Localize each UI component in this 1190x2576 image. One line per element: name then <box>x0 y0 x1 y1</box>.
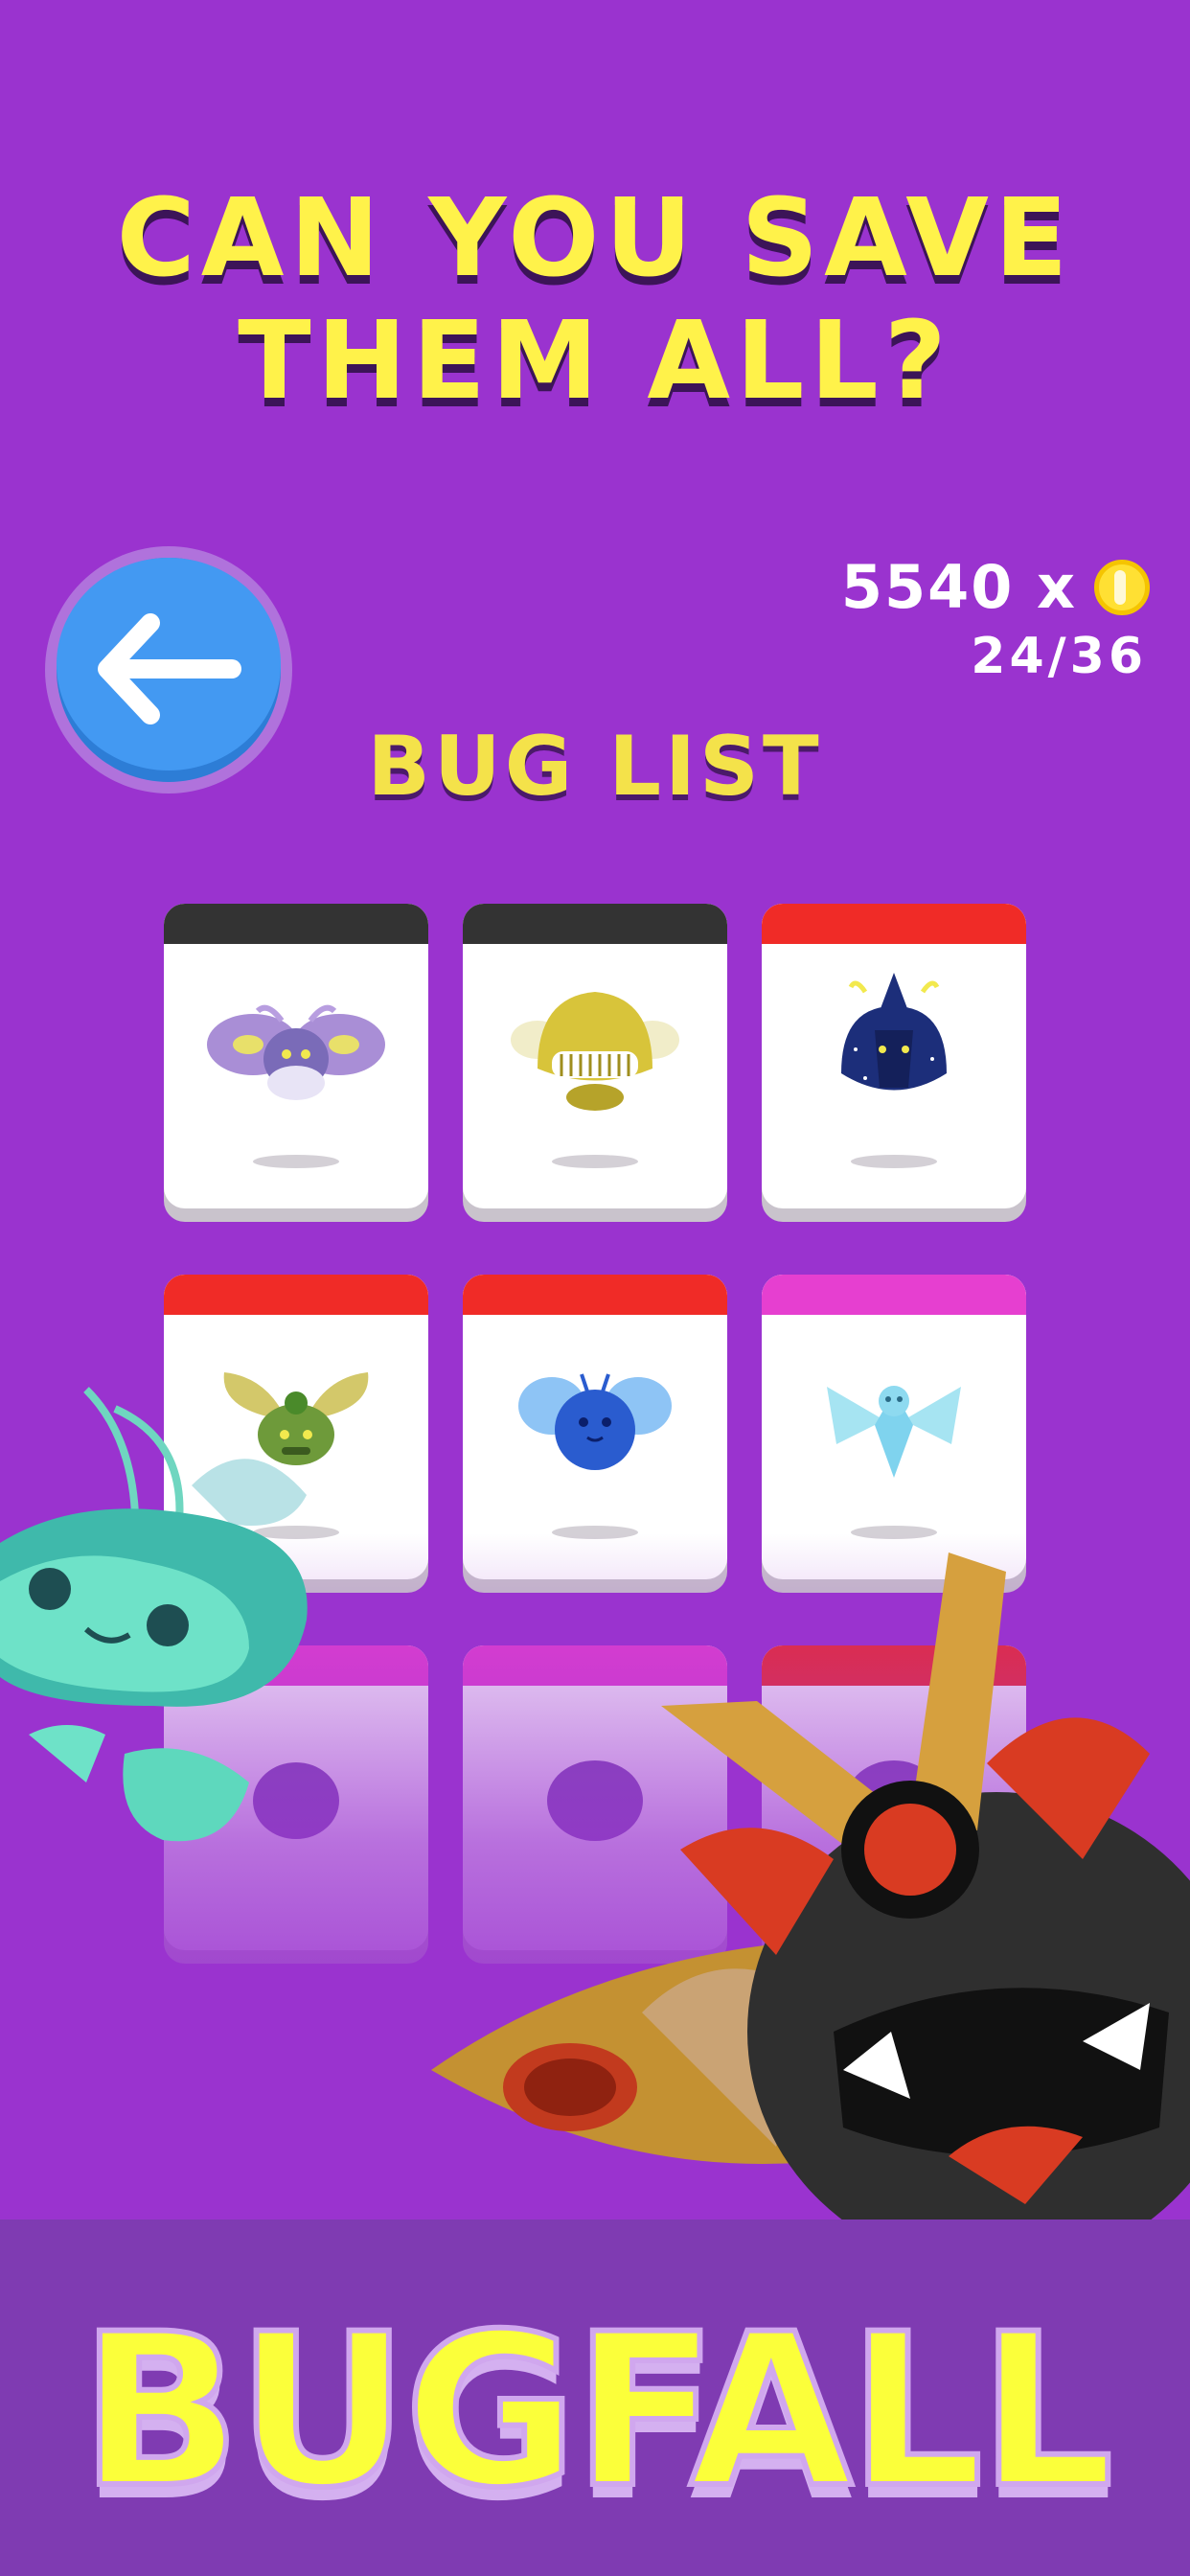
night-beetle-bug-icon <box>841 973 947 1091</box>
bugfall-logo: BUGFALL <box>78 2288 1117 2534</box>
moth-bug-icon <box>207 1004 385 1100</box>
bug-progress: 24/36 <box>971 628 1147 685</box>
crystal-fly-bug-icon <box>827 1386 961 1478</box>
headline: CAN YOU SAVE THEM ALL? <box>0 177 1190 423</box>
bug-card-night-beetle[interactable] <box>762 904 1026 1222</box>
armored-bug-character <box>431 1552 1190 2220</box>
coin-counter: 5540 x <box>841 551 1150 623</box>
coin-icon <box>1094 559 1150 615</box>
gold-beetle-bug-icon <box>511 992 679 1111</box>
headline-line-2: THEM ALL? <box>238 299 952 424</box>
bug-card-moth[interactable] <box>164 904 428 1222</box>
footer-banner: BUGFALL <box>0 2220 1190 2576</box>
headline-line-1: CAN YOU SAVE <box>116 176 1074 301</box>
bug-list-title: BUG LIST <box>367 719 823 815</box>
teal-bug-character <box>0 1387 308 1842</box>
coin-count: 5540 x <box>840 552 1077 622</box>
blue-fuzz-bug-icon <box>518 1373 672 1470</box>
bug-card-gold-beetle[interactable] <box>463 904 727 1222</box>
